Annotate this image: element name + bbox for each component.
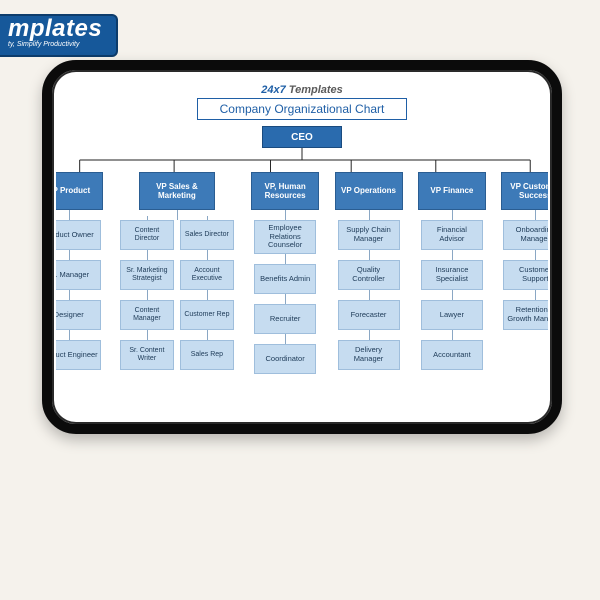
node: Content Director [120,220,174,250]
col-vp-product: VP Product Product Owner Sr. Manager Des… [56,172,109,374]
subs-product: Product Owner Sr. Manager Designer Produ… [56,220,101,370]
node: Lawyer [421,300,483,330]
chart-title: Company Organizational Chart [197,98,408,120]
col-vp-hr: VP, Human Resources Employee Relations C… [244,172,325,374]
node: Insurance Specialist [421,260,483,290]
vp-product: VP Product [56,172,103,210]
node: Supply Chain Manager [338,220,400,250]
col-vp-operations: VP Operations Supply Chain Manager Quali… [328,172,409,374]
vp-columns: VP Product Product Owner Sr. Manager Des… [56,172,548,374]
ceo-node: CEO [262,126,342,148]
node: Benefits Admin [254,264,316,294]
vp-customer-success: VP Customer Success [501,172,548,210]
node: Sr. Content Writer [120,340,174,370]
node: Forecaster [338,300,400,330]
brand-name: mplates [8,16,102,41]
col-vp-sales-marketing: VP Sales & Marketing Content Director Sr… [111,172,242,374]
node: Financial Advisor [421,220,483,250]
subs-finance: Financial Advisor Insurance Specialist L… [421,220,483,370]
subs-hr: Employee Relations Counselor Benefits Ad… [254,220,316,374]
brand-part2: Templates [286,84,343,96]
node: Designer [56,300,101,330]
node: Customer Rep [180,300,234,330]
node: Coordinator [254,344,316,374]
node: Product Owner [56,220,101,250]
node: Delivery Manager [338,340,400,370]
subcol-sales: Sales Director Account Executive Custome… [180,220,234,370]
vp-hr: VP, Human Resources [251,172,319,210]
node: Sales Rep [180,340,234,370]
node: Recruiter [254,304,316,334]
subs-operations: Supply Chain Manager Quality Controller … [338,220,400,370]
tablet-screen: 24x7 Templates Company Organizational Ch… [56,74,548,420]
subs-customer-success: Onboarding Manager Customer Support Rete… [503,220,548,330]
col-vp-customer-success: VP Customer Success Onboarding Manager C… [495,172,548,374]
subcol-content: Content Director Sr. Marketing Strategis… [120,220,174,370]
node: Accountant [421,340,483,370]
org-chart: CEO VP Product Prod [60,126,544,416]
vp-finance: VP Finance [418,172,486,210]
brand-line: 24x7 Templates [60,84,544,96]
col-vp-finance: VP Finance Financial Advisor Insurance S… [411,172,492,374]
chart-header: 24x7 Templates Company Organizational Ch… [60,84,544,120]
node: Onboarding Manager [503,220,548,250]
node: Content Manager [120,300,174,330]
node: Account Executive [180,260,234,290]
node: Sr. Marketing Strategist [120,260,174,290]
brand-tagline: ty, Simplify Productivity [8,41,102,48]
node: Product Engineer [56,340,101,370]
node: Retention & Growth Manager [503,300,548,330]
vp-operations: VP Operations [335,172,403,210]
node: Quality Controller [338,260,400,290]
node: Employee Relations Counselor [254,220,316,254]
tablet-frame: 24x7 Templates Company Organizational Ch… [42,60,562,434]
vp-sales-marketing: VP Sales & Marketing [139,172,215,210]
brand-badge: mplates ty, Simplify Productivity [0,14,118,57]
node: Sr. Manager [56,260,101,290]
subs-sales-marketing: Content Director Sr. Marketing Strategis… [120,220,234,370]
brand-part1: 24x7 [261,84,285,96]
node: Customer Support [503,260,548,290]
node: Sales Director [180,220,234,250]
